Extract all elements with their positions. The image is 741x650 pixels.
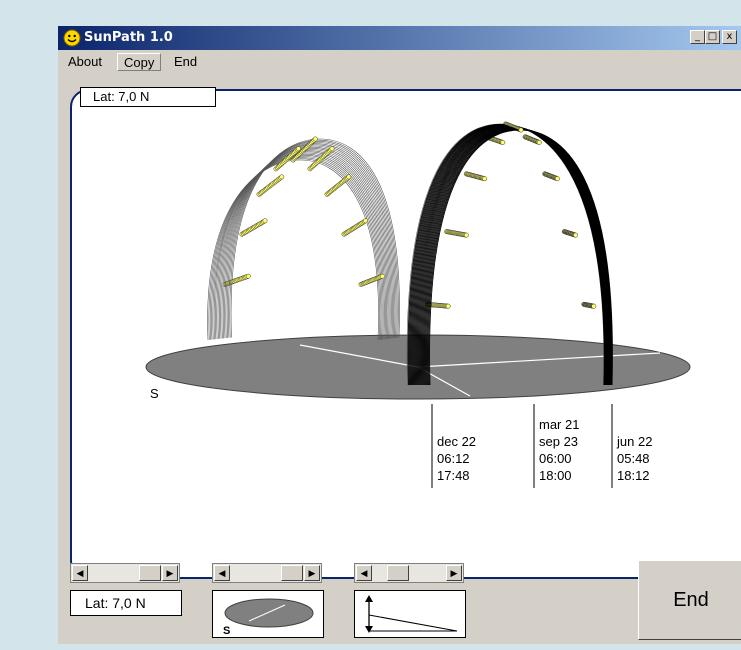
- equinox-sunset-label: 18:00: [539, 468, 572, 483]
- hour-marker: [573, 232, 579, 238]
- latitude-scroll-thumb[interactable]: [139, 565, 161, 581]
- tilt-scrollbar[interactable]: ◀ ▶: [354, 563, 464, 583]
- hour-marker: [296, 146, 301, 152]
- sun-path-day-arc: [229, 139, 399, 338]
- rotation-scrollbar[interactable]: ◀ ▶: [212, 563, 322, 583]
- hour-marker: [262, 218, 268, 224]
- scroll-right-arrow-icon[interactable]: ▶: [304, 565, 320, 581]
- mar-date-label: mar 21: [539, 417, 579, 432]
- dec-sunset-label: 17:48: [437, 468, 470, 483]
- sun-path-day-arc: [219, 149, 390, 339]
- south-label: S: [150, 386, 159, 401]
- hour-marker: [346, 174, 352, 180]
- scroll-right-arrow-icon[interactable]: ▶: [162, 565, 178, 581]
- sun-path-back-arc: [207, 136, 400, 341]
- scroll-right-arrow-icon[interactable]: ▶: [446, 565, 462, 581]
- dec-date-label: dec 22: [437, 434, 476, 449]
- hour-marker: [363, 218, 368, 224]
- hour-marker: [379, 273, 385, 279]
- sun-path-day-arc: [230, 138, 400, 338]
- hour-marker: [554, 176, 560, 182]
- orientation-south-label: S: [223, 625, 230, 637]
- end-button[interactable]: End: [638, 560, 741, 640]
- latitude-scrollbar[interactable]: ◀ ▶: [70, 563, 180, 583]
- equinox-sunrise-label: 06:00: [539, 451, 572, 466]
- latitude-field: Lat: 7,0 N: [70, 590, 182, 616]
- hour-marker: [463, 232, 469, 238]
- sun-path-day-arc: [220, 148, 391, 339]
- scroll-left-arrow-icon[interactable]: ◀: [214, 565, 230, 581]
- hour-marker: [518, 127, 524, 133]
- orientation-preview: S: [212, 590, 324, 638]
- tilt-preview: [354, 590, 466, 638]
- sun-path-day-arc: [212, 155, 384, 340]
- latitude-readout: Lat: 7,0 N: [80, 87, 216, 107]
- jun-date-label: jun 22: [616, 434, 652, 449]
- sun-path-day-arc: [213, 153, 385, 340]
- hour-marker: [312, 136, 318, 142]
- sep-date-label: sep 23: [539, 434, 578, 449]
- sun-path-day-arc: [217, 150, 389, 339]
- ground-disk-icon: S: [223, 598, 314, 637]
- hour-marker: [279, 174, 285, 180]
- hour-marker: [500, 140, 506, 145]
- scroll-left-arrow-icon[interactable]: ◀: [356, 565, 372, 581]
- dec-sunrise-label: 06:12: [437, 451, 470, 466]
- hour-marker: [536, 140, 542, 145]
- rotation-scroll-thumb[interactable]: [281, 565, 303, 581]
- scroll-left-arrow-icon[interactable]: ◀: [72, 565, 88, 581]
- hour-marker: [445, 303, 451, 309]
- sun-path-day-arc: [216, 151, 388, 340]
- jun-sunset-label: 18:12: [617, 468, 650, 483]
- hour-marker: [245, 273, 251, 279]
- hour-marker: [591, 303, 597, 309]
- sun-path-day-arc: [215, 152, 386, 340]
- jun-sunrise-label: 05:48: [617, 451, 650, 466]
- tilt-triangle-icon: [365, 595, 458, 633]
- sun-path-day-arc: [211, 156, 383, 340]
- hour-marker: [329, 146, 335, 152]
- hour-marker: [482, 176, 488, 182]
- tilt-scroll-thumb[interactable]: [387, 565, 409, 581]
